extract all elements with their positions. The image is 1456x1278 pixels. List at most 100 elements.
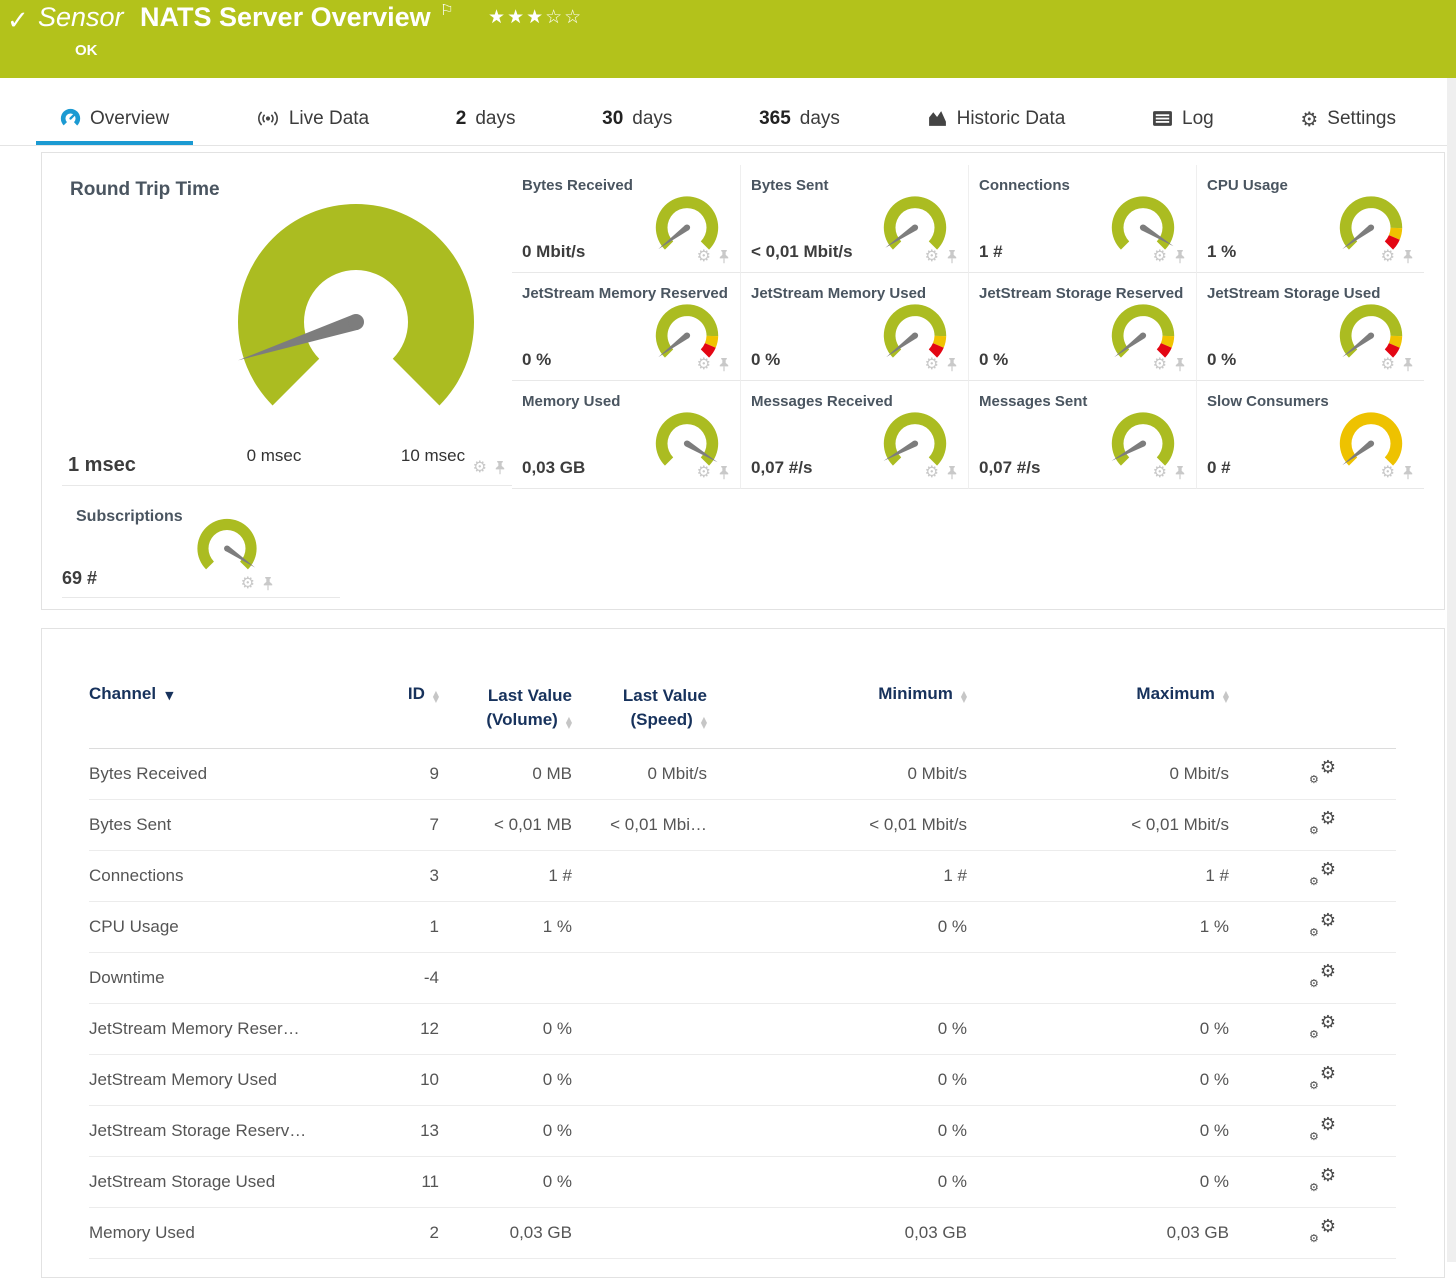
gauge-tile-jetstream-storage-reserved[interactable]: JetStream Storage Reserved 0 % ⚙	[968, 273, 1196, 381]
gauge-tile-memory-used[interactable]: Memory Used 0,03 GB ⚙	[512, 381, 740, 489]
gear-icon[interactable]: ⚙	[473, 459, 487, 475]
channel-settings-icon[interactable]: ⚙⚙	[1309, 963, 1336, 988]
channel-settings-icon[interactable]: ⚙⚙	[1309, 810, 1336, 835]
cell-last-value-speed	[572, 902, 707, 953]
gauge-tile-bytes-received[interactable]: Bytes Received 0 Mbit/s ⚙	[512, 165, 740, 273]
gear-icon[interactable]: ⚙	[697, 248, 711, 264]
channels-table: Channel▼ ID▲▼ Last Value (Volume)▲▼ Last…	[89, 684, 1396, 1259]
gauge-tile-messages-sent[interactable]: Messages Sent 0,07 #/s ⚙	[968, 381, 1196, 489]
gear-icon[interactable]: ⚙	[925, 464, 939, 480]
channel-settings-icon[interactable]: ⚙⚙	[1309, 1167, 1336, 1192]
gear-icon[interactable]: ⚙	[697, 356, 711, 372]
cell-minimum: 0 %	[707, 902, 967, 953]
gear-icon[interactable]: ⚙	[1153, 464, 1167, 480]
gauge-tile-jetstream-storage-used[interactable]: JetStream Storage Used 0 % ⚙	[1196, 273, 1424, 381]
column-header-channel[interactable]: Channel▼	[89, 684, 379, 749]
tab-live-data[interactable]: Live Data	[232, 96, 393, 145]
tab-2-days[interactable]: 2 days	[432, 96, 540, 145]
column-header-minimum[interactable]: Minimum▲▼	[707, 684, 967, 749]
tab-settings[interactable]: ⚙ Settings	[1276, 96, 1420, 145]
pin-icon[interactable]	[1402, 249, 1414, 264]
tab-label: days	[800, 108, 840, 130]
cell-minimum: 0 %	[707, 1004, 967, 1055]
column-header-maximum[interactable]: Maximum▲▼	[967, 684, 1229, 749]
column-label: Last Value	[439, 684, 572, 708]
pin-icon[interactable]	[946, 357, 958, 372]
pin-icon[interactable]	[946, 249, 958, 264]
cell-id: 1	[379, 902, 439, 953]
cell-channel: Memory Used	[89, 1208, 379, 1259]
gear-icon[interactable]: ⚙	[1153, 248, 1167, 264]
cell-minimum: < 0,01 Mbit/s	[707, 800, 967, 851]
cell-last-value-speed	[572, 1208, 707, 1259]
tab-overview[interactable]: Overview	[36, 96, 193, 145]
column-header-last-value-volume[interactable]: Last Value (Volume)▲▼	[439, 684, 572, 749]
channel-settings-icon[interactable]: ⚙⚙	[1309, 1218, 1336, 1243]
pin-icon[interactable]	[1174, 465, 1186, 480]
gauge-value: 1 %	[1207, 242, 1236, 262]
pin-icon[interactable]	[718, 357, 730, 372]
gauge-tile-jetstream-memory-used[interactable]: JetStream Memory Used 0 % ⚙	[740, 273, 968, 381]
cell-last-value-volume: 0 %	[439, 1106, 572, 1157]
gear-icon[interactable]: ⚙	[925, 356, 939, 372]
pin-icon[interactable]	[1402, 465, 1414, 480]
priority-stars[interactable]: ★★★☆☆	[488, 6, 583, 28]
cell-id: -4	[379, 953, 439, 1004]
gauge-tile-slow-consumers[interactable]: Slow Consumers 0 # ⚙	[1196, 381, 1424, 489]
gear-icon: ⚙	[1300, 107, 1318, 131]
gauge-tile-bytes-sent[interactable]: Bytes Sent < 0,01 Mbit/s ⚙	[740, 165, 968, 273]
gauge-value: 0 %	[979, 350, 1008, 370]
channel-settings-icon[interactable]: ⚙⚙	[1309, 1014, 1336, 1039]
gear-icon[interactable]: ⚙	[697, 464, 711, 480]
gauge-value: 0,07 #/s	[751, 458, 812, 478]
gear-icon[interactable]: ⚙	[925, 248, 939, 264]
gear-icon[interactable]: ⚙	[1381, 464, 1395, 480]
pin-icon[interactable]	[718, 465, 730, 480]
column-header-last-value-speed[interactable]: Last Value (Speed)▲▼	[572, 684, 707, 749]
channel-row: JetStream Memory Reser… 12 0 % 0 % 0 % ⚙…	[89, 1004, 1396, 1055]
gauge-title: Memory Used	[522, 393, 620, 410]
channel-settings-icon[interactable]: ⚙⚙	[1309, 1065, 1336, 1090]
channel-settings-icon[interactable]: ⚙⚙	[1309, 1116, 1336, 1141]
flag-icon[interactable]: ⚐	[440, 1, 453, 19]
gauge-tile-connections[interactable]: Connections 1 # ⚙	[968, 165, 1196, 273]
gauge-tile-messages-received[interactable]: Messages Received 0,07 #/s ⚙	[740, 381, 968, 489]
pin-icon[interactable]	[494, 460, 506, 475]
pin-icon[interactable]	[946, 465, 958, 480]
tab-label: Live Data	[289, 108, 369, 130]
gear-icon[interactable]: ⚙	[1153, 356, 1167, 372]
tab-historic-data[interactable]: Historic Data	[903, 96, 1090, 145]
gear-icon[interactable]: ⚙	[241, 575, 255, 591]
gauge-icon	[60, 108, 81, 129]
cell-maximum: < 0,01 Mbit/s	[967, 800, 1229, 851]
cell-last-value-volume: 1 #	[439, 851, 572, 902]
tab-log[interactable]: Log	[1128, 96, 1238, 145]
gear-icon[interactable]: ⚙	[1381, 248, 1395, 264]
channel-settings-icon[interactable]: ⚙⚙	[1309, 759, 1336, 784]
channel-row: Memory Used 2 0,03 GB 0,03 GB 0,03 GB ⚙⚙	[89, 1208, 1396, 1259]
gauge-tile-round-trip-time[interactable]: Round Trip Time 0 msec 10 msec 1 msec ⚙	[62, 163, 512, 486]
pin-icon[interactable]	[718, 249, 730, 264]
cell-channel: Bytes Received	[89, 749, 379, 800]
gauge-tile-subscriptions[interactable]: Subscriptions 69 # ⚙	[62, 498, 340, 598]
table-header-row: Channel▼ ID▲▼ Last Value (Volume)▲▼ Last…	[89, 684, 1396, 749]
tab-365-days[interactable]: 365 days	[735, 96, 864, 145]
cell-last-value-volume: 1 %	[439, 902, 572, 953]
pin-icon[interactable]	[1174, 357, 1186, 372]
channel-settings-icon[interactable]: ⚙⚙	[1309, 912, 1336, 937]
sensor-title: NATS Server Overview	[140, 2, 431, 32]
gauge-value: 0 Mbit/s	[522, 242, 585, 262]
pin-icon[interactable]	[1402, 357, 1414, 372]
gauge-value: 1 #	[979, 242, 1003, 262]
pin-icon[interactable]	[1174, 249, 1186, 264]
tab-30-days[interactable]: 30 days	[578, 96, 696, 145]
column-header-id[interactable]: ID▲▼	[379, 684, 439, 749]
pin-icon[interactable]	[262, 576, 274, 591]
gauge-tile-cpu-usage[interactable]: CPU Usage 1 % ⚙	[1196, 165, 1424, 273]
gear-icon[interactable]: ⚙	[1381, 356, 1395, 372]
sort-icon: ▲▼	[1223, 691, 1229, 703]
channel-settings-icon[interactable]: ⚙⚙	[1309, 861, 1336, 886]
gauges-panel: Round Trip Time 0 msec 10 msec 1 msec ⚙ …	[41, 152, 1445, 610]
gauge-tile-jetstream-memory-reserved[interactable]: JetStream Memory Reserved 0 % ⚙	[512, 273, 740, 381]
cell-last-value-volume: 0 %	[439, 1055, 572, 1106]
